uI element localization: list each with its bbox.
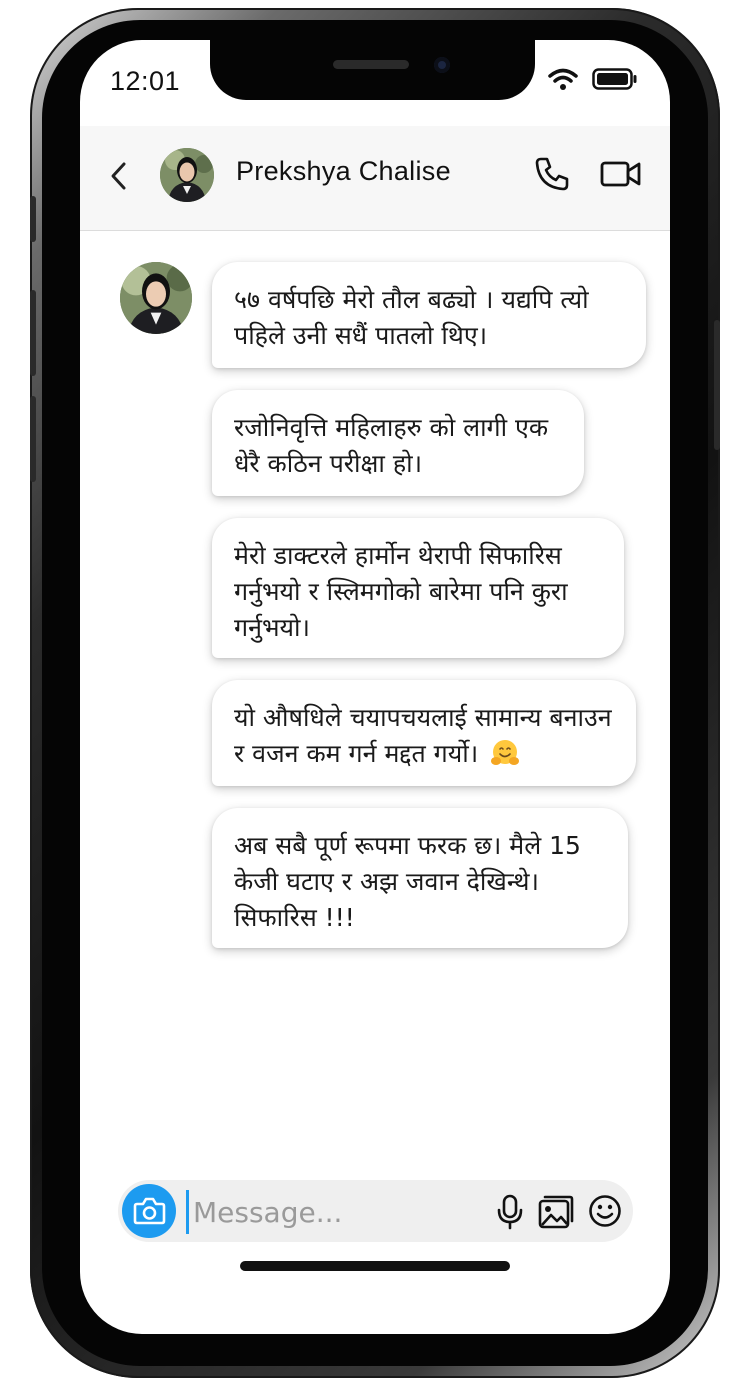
- battery-icon: [592, 68, 637, 90]
- volume-up-button: [30, 290, 36, 376]
- avatar[interactable]: [160, 148, 214, 202]
- message-composer: [118, 1180, 633, 1242]
- camera-button[interactable]: [122, 1184, 176, 1238]
- wifi-icon: [548, 68, 578, 90]
- message-text: मेरो डाक्टरले हार्मोन थेरापी सिफारिस गर्…: [234, 541, 568, 642]
- microphone-icon[interactable]: [496, 1194, 524, 1230]
- message-bubble[interactable]: रजोनिवृत्ति महिलाहरु को लागी एक धेरै कठि…: [212, 390, 584, 496]
- notch: [210, 40, 535, 100]
- status-time: 12:01: [110, 66, 181, 96]
- message-text: अब सबै पूर्ण रूपमा फरक छ। मैले 15 केजी घ…: [234, 831, 581, 932]
- camera-icon: [133, 1197, 166, 1225]
- contact-name[interactable]: Prekshya Chalise: [236, 156, 451, 187]
- message-bubble[interactable]: यो औषधिले चयापचयलाई सामान्य बनाउन र वजन …: [212, 680, 636, 786]
- video-camera-icon[interactable]: [600, 156, 642, 192]
- message-bubble[interactable]: अब सबै पूर्ण रूपमा फरक छ। मैले 15 केजी घ…: [212, 808, 628, 948]
- chevron-left-icon[interactable]: [104, 154, 134, 198]
- message-bubble[interactable]: मेरो डाक्टरले हार्मोन थेरापी सिफारिस गर्…: [212, 518, 624, 658]
- phone-screen: 12:01 Prekshya Chalise ५७ वर्षपछि मेरो त…: [80, 40, 670, 1334]
- message-text: रजोनिवृत्ति महिलाहरु को लागी एक धेरै कठि…: [234, 413, 549, 478]
- image-gallery-icon[interactable]: [538, 1195, 574, 1229]
- chat-header: Prekshya Chalise: [80, 126, 670, 231]
- power-button: [714, 320, 720, 450]
- message-bubble[interactable]: ५७ वर्षपछि मेरो तौल बढ्यो । यद्यपि त्यो …: [212, 262, 646, 368]
- home-indicator[interactable]: [240, 1261, 510, 1271]
- hugging-face-emoji-icon: [491, 740, 520, 765]
- message-text: ५७ वर्षपछि मेरो तौल बढ्यो । यद्यपि त्यो …: [234, 285, 589, 350]
- phone-icon[interactable]: [534, 156, 570, 192]
- mute-switch: [30, 196, 36, 242]
- volume-down-button: [30, 396, 36, 482]
- smiley-icon[interactable]: [588, 1194, 622, 1228]
- speaker-grille: [333, 60, 409, 69]
- message-text: यो औषधिले चयापचयलाई सामान्य बनाउन र वजन …: [234, 703, 612, 768]
- message-input[interactable]: [186, 1190, 495, 1234]
- front-camera: [434, 57, 450, 73]
- sender-avatar[interactable]: [120, 262, 192, 334]
